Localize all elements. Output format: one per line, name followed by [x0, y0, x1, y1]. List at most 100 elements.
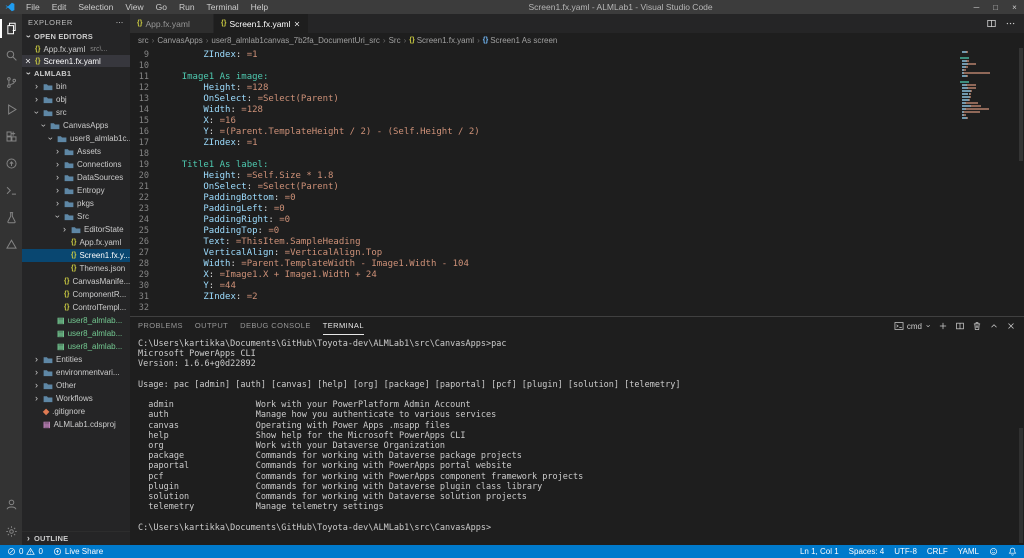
terminal-scrollbar[interactable]: [1018, 335, 1024, 545]
close-editor-icon[interactable]: [24, 57, 32, 65]
cursor-position[interactable]: Ln 1, Col 1: [800, 547, 839, 556]
menu-go[interactable]: Go: [150, 2, 173, 12]
menu-terminal[interactable]: Terminal: [201, 2, 245, 12]
minimize-button[interactable]: ─: [967, 3, 986, 12]
close-tab-icon[interactable]: [293, 20, 301, 28]
tree-item-screen1-fx-y[interactable]: {} Screen1.fx.y...: [22, 249, 130, 262]
tree-item-bin[interactable]: › bin: [22, 80, 130, 93]
panel-actions: cmd ›: [894, 321, 1016, 331]
workspace-root-header[interactable]: › ALMLAB1: [22, 67, 130, 80]
tree-item-app-fx-yaml[interactable]: {} App.fx.yaml: [22, 236, 130, 249]
tab-screen1-fx-yaml[interactable]: {} Screen1.fx.yaml: [214, 14, 310, 33]
tree-item-src[interactable]: › src: [22, 106, 130, 119]
close-window-button[interactable]: ×: [1005, 3, 1024, 12]
open-editors-header[interactable]: › OPEN EDITORS: [22, 30, 130, 43]
settings-icon[interactable]: [0, 518, 22, 545]
tree-item-entities[interactable]: › Entities: [22, 353, 130, 366]
run-debug-icon[interactable]: [0, 96, 22, 123]
menu-view[interactable]: View: [119, 2, 149, 12]
tab-app-fx-yaml[interactable]: {} App.fx.yaml: [130, 14, 214, 33]
editor-scrollbar[interactable]: [1018, 48, 1024, 316]
breadcrumb-item-user8-almlab1canvas-7b2fa-documenturi-src[interactable]: user8_almlab1canvas_7b2fa_DocumentUri_sr…: [211, 36, 380, 45]
panel-tab-terminal[interactable]: TERMINAL: [322, 317, 364, 335]
line-number: 10: [138, 61, 149, 71]
test-icon[interactable]: [0, 204, 22, 231]
tree-item-canvasapps[interactable]: › CanvasApps: [22, 119, 130, 132]
encoding[interactable]: UTF-8: [894, 547, 917, 556]
split-terminal-icon[interactable]: [955, 321, 965, 331]
breadcrumb-item-src[interactable]: Src: [389, 36, 401, 45]
panel-tab-problems[interactable]: PROBLEMS: [138, 317, 183, 335]
account-icon[interactable]: [0, 491, 22, 518]
problems-indicator[interactable]: 0 0: [7, 547, 43, 556]
outline-header[interactable]: › OUTLINE: [22, 531, 130, 545]
tree-item-environmentvari[interactable]: › environmentvari...: [22, 366, 130, 379]
live-share-icon[interactable]: [0, 150, 22, 177]
remote-explorer-icon[interactable]: [0, 177, 22, 204]
more-editor-actions-icon[interactable]: [1005, 18, 1016, 29]
menu-help[interactable]: Help: [245, 2, 274, 12]
kill-terminal-icon[interactable]: [972, 321, 982, 331]
breadcrumb-item-screen1-as-screen[interactable]: {} Screen1 As screen: [483, 36, 558, 45]
split-editor-icon[interactable]: [986, 18, 997, 29]
live-share-button[interactable]: Live Share: [53, 547, 103, 556]
tree-item-gitignore[interactable]: ◆ .gitignore: [22, 405, 130, 418]
sidebar-title: EXPLORER: [28, 17, 73, 27]
code-editor[interactable]: 9 ZIndex: =1 10 11 Image1 As image: 12 Heig…: [130, 48, 952, 316]
language-mode[interactable]: YAML: [958, 547, 979, 556]
tree-item-datasources[interactable]: › DataSources: [22, 171, 130, 184]
tree-item-entropy[interactable]: › Entropy: [22, 184, 130, 197]
close-panel-icon[interactable]: [1006, 321, 1016, 331]
tree-item-user8-almlab[interactable]: ▤ user8_almlab...: [22, 327, 130, 340]
indentation[interactable]: Spaces: 4: [849, 547, 885, 556]
tree-item-other[interactable]: › Other: [22, 379, 130, 392]
new-terminal-icon[interactable]: [938, 321, 948, 331]
feedback-smiley-icon[interactable]: [989, 547, 998, 556]
maximize-panel-icon[interactable]: [989, 321, 999, 331]
tree-item-componentr[interactable]: {} ComponentR...: [22, 288, 130, 301]
breadcrumb-item-src[interactable]: src: [138, 36, 149, 45]
tree-item-themes-json[interactable]: {} Themes.json: [22, 262, 130, 275]
eol[interactable]: CRLF: [927, 547, 948, 556]
menu-edit[interactable]: Edit: [46, 2, 73, 12]
terminal[interactable]: C:\Users\kartikka\Documents\GitHub\Toyot…: [130, 335, 1024, 545]
tree-item-controltempl[interactable]: {} ControlTempl...: [22, 301, 130, 314]
line-number: 25: [138, 226, 149, 236]
minimap[interactable]: [958, 51, 1014, 123]
line-number: 27: [138, 248, 149, 258]
open-editor-screen1-fx-yaml[interactable]: {} Screen1.fx.yaml: [22, 55, 130, 67]
tree-item-canvasmanife[interactable]: {} CanvasManife...: [22, 275, 130, 288]
tree-item-connections[interactable]: › Connections: [22, 158, 130, 171]
search-icon[interactable]: [0, 42, 22, 69]
menu-selection[interactable]: Selection: [72, 2, 119, 12]
panel-tab-debug-console[interactable]: DEBUG CONSOLE: [240, 317, 311, 335]
menu-run[interactable]: Run: [173, 2, 201, 12]
source-control-icon[interactable]: [0, 69, 22, 96]
code-text: ZIndex: =1: [203, 50, 258, 60]
shell-selector[interactable]: cmd ›: [894, 321, 933, 331]
tree-item-user8-almlab[interactable]: ▤ user8_almlab...: [22, 340, 130, 353]
explorer-icon[interactable]: [0, 15, 22, 42]
more-actions-icon[interactable]: [115, 18, 124, 27]
tree-item-pkgs[interactable]: › pkgs: [22, 197, 130, 210]
tree-item-workflows[interactable]: › Workflows: [22, 392, 130, 405]
tree-item-user8-almlab1c[interactable]: › user8_almlab1c...: [22, 132, 130, 145]
panel-tab-output[interactable]: OUTPUT: [195, 317, 228, 335]
extensions-icon[interactable]: [0, 123, 22, 150]
tree-item-almlab1-cdsproj[interactable]: ▤ ALMLab1.cdsproj: [22, 418, 130, 431]
scrollbar-thumb[interactable]: [1019, 48, 1023, 161]
tree-item-user8-almlab[interactable]: ▤ user8_almlab...: [22, 314, 130, 327]
tree-item-src[interactable]: › Src: [22, 210, 130, 223]
breadcrumb-item-canvasapps[interactable]: CanvasApps: [157, 36, 202, 45]
tree-item-assets[interactable]: › Assets: [22, 145, 130, 158]
menu-file[interactable]: File: [20, 2, 46, 12]
tree-item-editorstate[interactable]: › EditorState: [22, 223, 130, 236]
maximize-button[interactable]: □: [986, 3, 1005, 12]
open-editor-app-fx-yaml[interactable]: {} App.fx.yaml src\...: [22, 43, 130, 55]
breadcrumb-item-screen1-fx-yaml[interactable]: {} Screen1.fx.yaml: [409, 36, 474, 45]
scrollbar-thumb[interactable]: [1019, 427, 1023, 543]
power-platform-icon[interactable]: [0, 231, 22, 258]
notifications-bell-icon[interactable]: [1008, 547, 1017, 556]
tree-item-obj[interactable]: › obj: [22, 93, 130, 106]
